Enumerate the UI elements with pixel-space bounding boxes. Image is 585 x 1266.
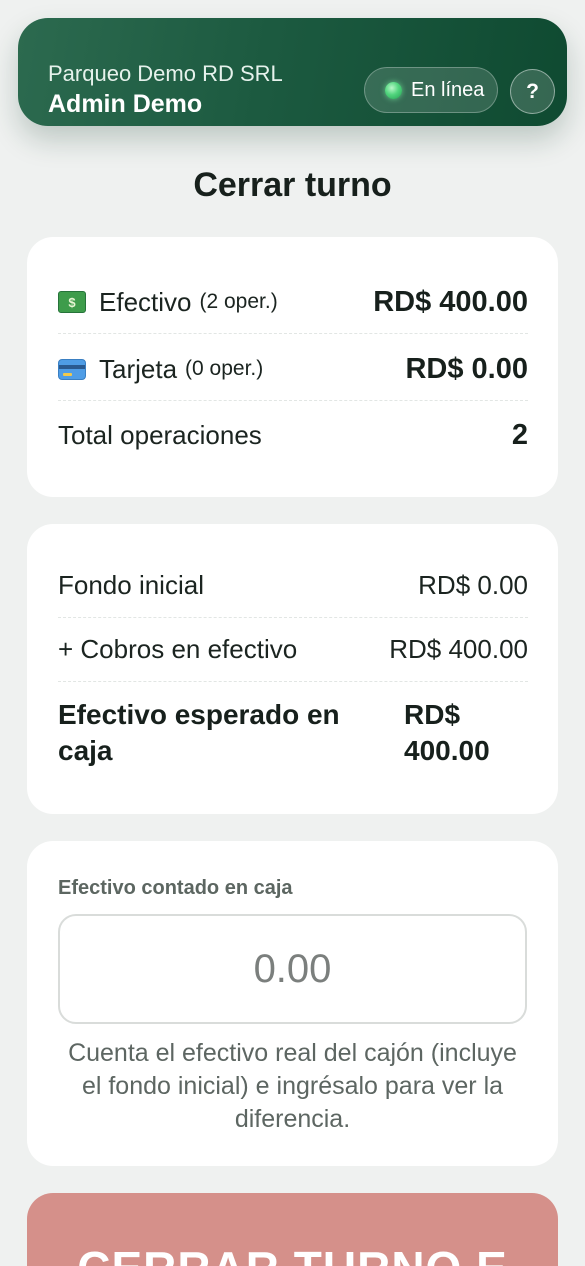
user-name: Admin Demo <box>48 90 203 118</box>
counted-cash-hint: Cuenta el efectivo real del cajón (inclu… <box>68 1039 517 1133</box>
divider <box>58 333 528 334</box>
close-shift-button[interactable]: CERRAR TURNO E <box>27 1193 558 1266</box>
total-operations-row: Total operaciones 2 <box>58 414 528 456</box>
close-shift-screen: Parqueo Demo RD SRL Admin Demo En línea … <box>0 0 585 1266</box>
divider <box>58 681 528 682</box>
card-ops-count: (0 oper.) <box>185 357 264 380</box>
app-header: Parqueo Demo RD SRL Admin Demo En línea … <box>18 18 567 126</box>
credit-card-icon <box>58 358 86 380</box>
expected-cash-label: Efectivo esperado en caja <box>58 699 340 766</box>
money-icon <box>58 291 86 313</box>
close-shift-button-label: CERRAR TURNO E <box>77 1241 508 1266</box>
cash-summary-row: Efectivo (2 oper.) RD$ 400.00 <box>58 281 528 323</box>
card-label: Tarjeta <box>99 353 178 384</box>
connection-status-badge: En línea <box>364 67 498 113</box>
card-amount: RD$ 0.00 <box>405 352 528 385</box>
cash-ops-count: (2 oper.) <box>199 290 278 313</box>
company-name: Parqueo Demo RD SRL <box>48 61 283 86</box>
initial-fund-value: RD$ 0.00 <box>418 569 528 600</box>
cash-collections-row: + Cobros en efectivo RD$ 400.00 <box>58 629 528 669</box>
cash-amount: RD$ 400.00 <box>373 285 528 318</box>
online-dot-icon <box>385 81 402 99</box>
page-title: Cerrar turno <box>193 166 392 204</box>
question-icon: ? <box>526 79 539 103</box>
initial-fund-row: Fondo inicial RD$ 0.00 <box>58 565 528 605</box>
counted-cash-label: Efectivo contado en caja <box>58 877 293 899</box>
cash-breakdown-card: Fondo inicial RD$ 0.00 + Cobros en efect… <box>27 524 558 814</box>
divider <box>58 617 528 618</box>
cash-collections-value: RD$ 400.00 <box>389 633 528 664</box>
cash-collections-label: + Cobros en efectivo <box>58 633 298 664</box>
payment-summary-card: Efectivo (2 oper.) RD$ 400.00 Tarjeta (0… <box>27 237 558 497</box>
cash-label: Efectivo <box>99 286 192 317</box>
total-operations-value: 2 <box>511 418 528 451</box>
expected-cash-value: RD$ 400.00 <box>404 699 490 766</box>
help-button[interactable]: ? <box>510 69 555 114</box>
counted-cash-card: Efectivo contado en caja Cuenta el efect… <box>27 841 558 1166</box>
card-summary-row: Tarjeta (0 oper.) RD$ 0.00 <box>58 348 528 390</box>
divider <box>58 400 528 401</box>
total-operations-label: Total operaciones <box>58 419 262 450</box>
counted-cash-input[interactable] <box>58 914 527 1024</box>
connection-status-text: En línea <box>411 78 485 101</box>
initial-fund-label: Fondo inicial <box>58 569 204 600</box>
